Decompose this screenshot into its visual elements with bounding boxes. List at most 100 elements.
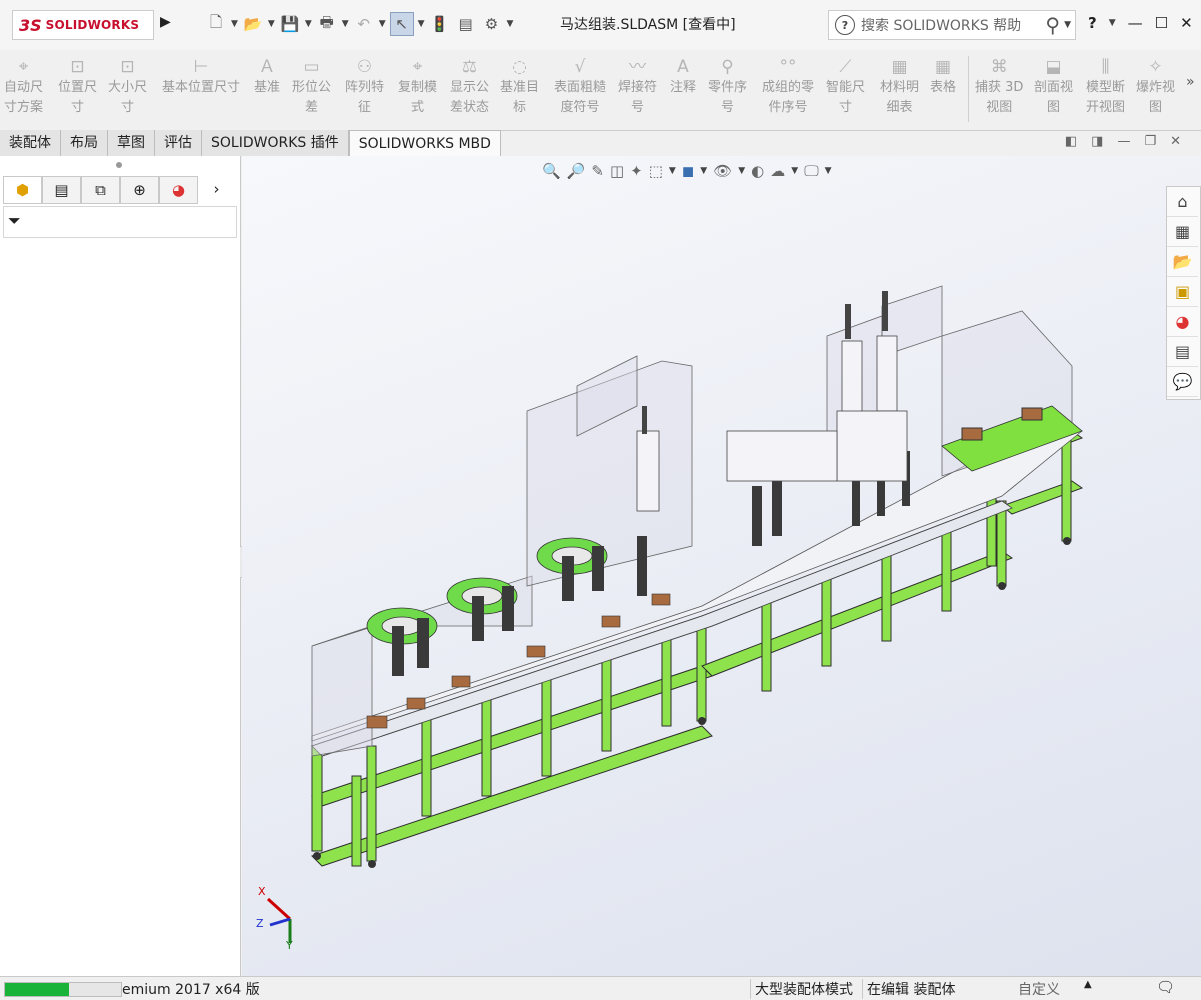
- expand-tabs-icon[interactable]: ›: [198, 176, 235, 202]
- new-file-icon[interactable]: 🗋: [205, 13, 227, 35]
- tab-3[interactable]: 评估: [155, 130, 202, 156]
- view-orientation-caret[interactable]: ▼: [669, 166, 676, 176]
- panel-grip[interactable]: [116, 162, 122, 168]
- unit-caret[interactable]: ▲: [1084, 979, 1092, 990]
- datum-target-button[interactable]: ◌ 基准目 标: [500, 56, 539, 118]
- zoom-to-area-icon[interactable]: 🔎: [567, 162, 586, 180]
- bill-of-materials-button[interactable]: ▦ 材料明 细表: [880, 56, 919, 118]
- hide-show-caret[interactable]: ▼: [738, 166, 745, 176]
- tab-4[interactable]: SOLIDWORKS 插件: [202, 130, 349, 156]
- tab-1[interactable]: 布局: [61, 130, 108, 156]
- search-box[interactable]: ? 搜索 SOLIDWORKS 帮助 ⚲ ▼: [828, 10, 1076, 40]
- stacked-balloon-button[interactable]: °° 成组的零 件序号: [762, 56, 814, 118]
- solidworks-resources-icon[interactable]: ⌂: [1167, 187, 1198, 217]
- undo-icon[interactable]: ↶: [353, 13, 375, 35]
- configuration-manager-icon[interactable]: ⧉: [81, 176, 120, 204]
- explode-view-button[interactable]: ✧ 爆炸视 图: [1136, 56, 1175, 118]
- select-caret[interactable]: ▼: [418, 19, 425, 29]
- search-caret[interactable]: ▼: [1064, 20, 1071, 30]
- view-settings-caret[interactable]: ▼: [825, 166, 832, 176]
- smart-dimension-button[interactable]: ⟋ 智能尺 寸: [826, 56, 865, 118]
- auto-dimension-button[interactable]: ⌖ 自动尺 寸方案: [4, 56, 43, 118]
- design-library-icon[interactable]: ▦: [1167, 217, 1198, 247]
- pattern-feature-button[interactable]: ⚇ 阵列特 征: [345, 56, 384, 118]
- open-file-caret[interactable]: ▼: [268, 19, 275, 29]
- note-button[interactable]: A 注释: [670, 56, 696, 98]
- capture-3d-view-button[interactable]: ⌘ 捕获 3D 视图: [975, 56, 1023, 118]
- dynamic-annotation-icon[interactable]: ✦: [630, 162, 643, 180]
- new-file-caret[interactable]: ▼: [231, 19, 238, 29]
- section-view-icon[interactable]: ◫: [610, 162, 624, 180]
- doc-restore-button[interactable]: ❐: [1144, 134, 1156, 149]
- save-icon[interactable]: 💾: [279, 13, 301, 35]
- help-button[interactable]: ?: [1088, 14, 1097, 32]
- solidworks-logo[interactable]: 3S SOLIDWORKS: [12, 10, 154, 40]
- feature-manager-icon[interactable]: ⬢: [3, 176, 42, 204]
- basic-location-dimension-button[interactable]: ⊢ 基本位置尺寸: [162, 56, 240, 98]
- ribbon-overflow-icon[interactable]: »: [1186, 74, 1195, 90]
- copy-scheme-button[interactable]: ⌖ 复制模 式: [398, 56, 437, 118]
- save-caret[interactable]: ▼: [305, 19, 312, 29]
- solidworks-forum-icon[interactable]: 💬: [1167, 367, 1198, 397]
- tab-0[interactable]: 装配体: [0, 130, 61, 156]
- product-version: emium 2017 x64 版: [122, 982, 260, 998]
- zoom-to-fit-icon[interactable]: 🔍: [542, 162, 561, 180]
- apply-scene-icon[interactable]: ☁: [770, 162, 785, 180]
- print-caret[interactable]: ▼: [342, 19, 349, 29]
- view-palette-icon[interactable]: ▣: [1167, 277, 1198, 307]
- view-orientation-icon[interactable]: ⬚: [649, 162, 663, 180]
- doc-close-button[interactable]: ✕: [1170, 134, 1181, 149]
- select-icon[interactable]: ↖: [389, 12, 414, 36]
- search-input[interactable]: 搜索 SOLIDWORKS 帮助: [861, 15, 1045, 35]
- tab-5[interactable]: SOLIDWORKS MBD: [348, 130, 501, 157]
- ribbon-button-label: 爆炸视 图: [1136, 80, 1176, 115]
- print-icon[interactable]: 🖶: [316, 13, 338, 35]
- file-explorer-icon[interactable]: 📂: [1167, 247, 1198, 277]
- appearances-scenes-icon[interactable]: ◕: [1167, 307, 1198, 337]
- file-properties-icon[interactable]: ▤: [455, 13, 477, 35]
- search-icon[interactable]: ⚲: [1045, 13, 1060, 37]
- section-view-button[interactable]: ⬓ 剖面视 图: [1034, 56, 1073, 118]
- help-caret[interactable]: ▼: [1109, 18, 1116, 28]
- balloon-button[interactable]: ⚲ 零件序 号: [708, 56, 747, 118]
- expand-menu-icon[interactable]: ▶: [160, 14, 171, 30]
- tab-2[interactable]: 草图: [108, 130, 155, 156]
- model-break-view-button[interactable]: ⫼ 模型断 开视图: [1086, 56, 1125, 118]
- surface-finish-button[interactable]: √ 表面粗糙 度符号: [554, 56, 606, 118]
- assembly-model[interactable]: [242, 156, 1201, 976]
- property-manager-icon[interactable]: ▤: [42, 176, 81, 204]
- geometric-tolerance-button[interactable]: ▭ 形位公 差: [292, 56, 331, 118]
- display-style-caret[interactable]: ▼: [700, 166, 707, 176]
- display-style-icon[interactable]: ◼: [682, 162, 694, 180]
- tile-left-icon[interactable]: ◧: [1065, 134, 1077, 149]
- minimize-button[interactable]: —: [1128, 14, 1143, 32]
- filter-bar[interactable]: ⏷: [3, 206, 237, 238]
- options-caret[interactable]: ▼: [507, 19, 514, 29]
- close-button[interactable]: ✕: [1180, 14, 1193, 32]
- view-settings-icon[interactable]: 🖵: [804, 162, 818, 180]
- location-dimension-button[interactable]: ⊡ 位置尺 寸: [58, 56, 97, 118]
- apply-scene-caret[interactable]: ▼: [791, 166, 798, 176]
- datum-button[interactable]: Ａ 基准: [254, 56, 280, 98]
- open-file-icon[interactable]: 📂: [242, 13, 264, 35]
- maximize-button[interactable]: ☐: [1155, 14, 1168, 32]
- display-manager-icon[interactable]: ◕: [159, 176, 198, 204]
- unit-system[interactable]: 自定义: [1018, 979, 1060, 999]
- filter-icon[interactable]: ⏷: [8, 211, 21, 231]
- graphics-area[interactable]: X Z Y: [242, 156, 1201, 976]
- table-button[interactable]: ▦ 表格: [930, 56, 956, 98]
- hide-show-items-icon[interactable]: 👁: [713, 162, 732, 180]
- quick-tips-icon[interactable]: 🗨: [1156, 978, 1175, 996]
- tile-right-icon[interactable]: ◨: [1091, 134, 1103, 149]
- custom-properties-icon[interactable]: ▤: [1167, 337, 1198, 367]
- options-icon[interactable]: ⚙: [481, 13, 503, 35]
- show-tolerance-status-button[interactable]: ⚖ 显示公 差状态: [450, 56, 489, 118]
- rebuild-icon[interactable]: 🚦: [429, 13, 451, 35]
- undo-caret[interactable]: ▼: [379, 19, 386, 29]
- edit-appearance-icon[interactable]: ◐: [751, 162, 764, 180]
- previous-view-icon[interactable]: ✎: [591, 162, 604, 180]
- doc-minimize-button[interactable]: —: [1117, 134, 1130, 149]
- size-dimension-button[interactable]: ⊡ 大小尺 寸: [108, 56, 147, 118]
- weld-symbol-button[interactable]: 〰焊接符 号: [618, 56, 657, 118]
- dimxpert-manager-icon[interactable]: ⊕: [120, 176, 159, 204]
